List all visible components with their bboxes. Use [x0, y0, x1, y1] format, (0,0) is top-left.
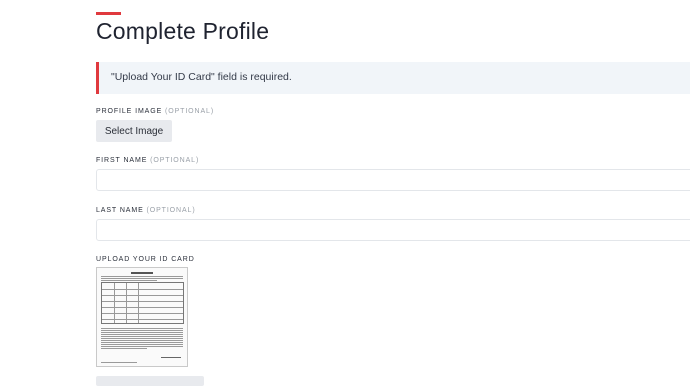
doc-text-line: [101, 348, 147, 349]
error-alert-message: "Upload Your ID Card" field is required.: [111, 71, 292, 83]
doc-text-line: [101, 328, 183, 329]
doc-text-line: [101, 338, 183, 339]
doc-text-line: [101, 336, 183, 337]
doc-text-line: [101, 340, 183, 341]
profile-image-label: PROFILE IMAGE (OPTIONAL): [96, 108, 214, 115]
last-name-label: LAST NAME (OPTIONAL): [96, 207, 196, 214]
doc-table-row: [102, 319, 183, 320]
doc-footer-line: [101, 362, 137, 363]
title-accent-bar: [96, 12, 121, 15]
id-card-label: UPLOAD YOUR ID CARD: [96, 256, 195, 263]
first-name-label: FIRST NAME (OPTIONAL): [96, 157, 199, 164]
id-card-label-text: UPLOAD YOUR ID CARD: [96, 256, 195, 263]
first-name-input[interactable]: [96, 169, 690, 191]
doc-table-row: [102, 301, 183, 302]
doc-table-row: [102, 295, 183, 296]
first-name-label-text: FIRST NAME: [96, 157, 148, 164]
doc-text-line: [101, 278, 183, 279]
page-title: Complete Profile: [96, 18, 270, 44]
doc-text-line: [101, 276, 183, 277]
doc-table-row: [102, 289, 183, 290]
error-alert: "Upload Your ID Card" field is required.: [96, 62, 690, 94]
doc-table-row: [102, 313, 183, 314]
doc-text-line: [101, 280, 157, 281]
doc-text-line: [101, 346, 183, 347]
doc-table-row: [102, 307, 183, 308]
last-name-input[interactable]: [96, 219, 690, 241]
doc-text-line: [101, 344, 183, 345]
last-name-optional-tag: (OPTIONAL): [146, 207, 196, 214]
doc-signature-line: [161, 357, 181, 358]
doc-text-line: [101, 334, 183, 335]
doc-table: [101, 282, 184, 324]
first-name-optional-tag: (OPTIONAL): [150, 157, 200, 164]
select-image-button[interactable]: Select Image: [96, 120, 172, 142]
id-card-thumbnail[interactable]: [96, 267, 188, 367]
doc-heading-mark: [131, 272, 153, 274]
upload-id-card-button[interactable]: [96, 376, 204, 386]
doc-text-line: [101, 332, 183, 333]
profile-image-label-text: PROFILE IMAGE: [96, 108, 163, 115]
doc-text-line: [101, 342, 183, 343]
doc-text-line: [101, 330, 183, 331]
last-name-label-text: LAST NAME: [96, 207, 144, 214]
profile-image-optional-tag: (OPTIONAL): [165, 108, 215, 115]
